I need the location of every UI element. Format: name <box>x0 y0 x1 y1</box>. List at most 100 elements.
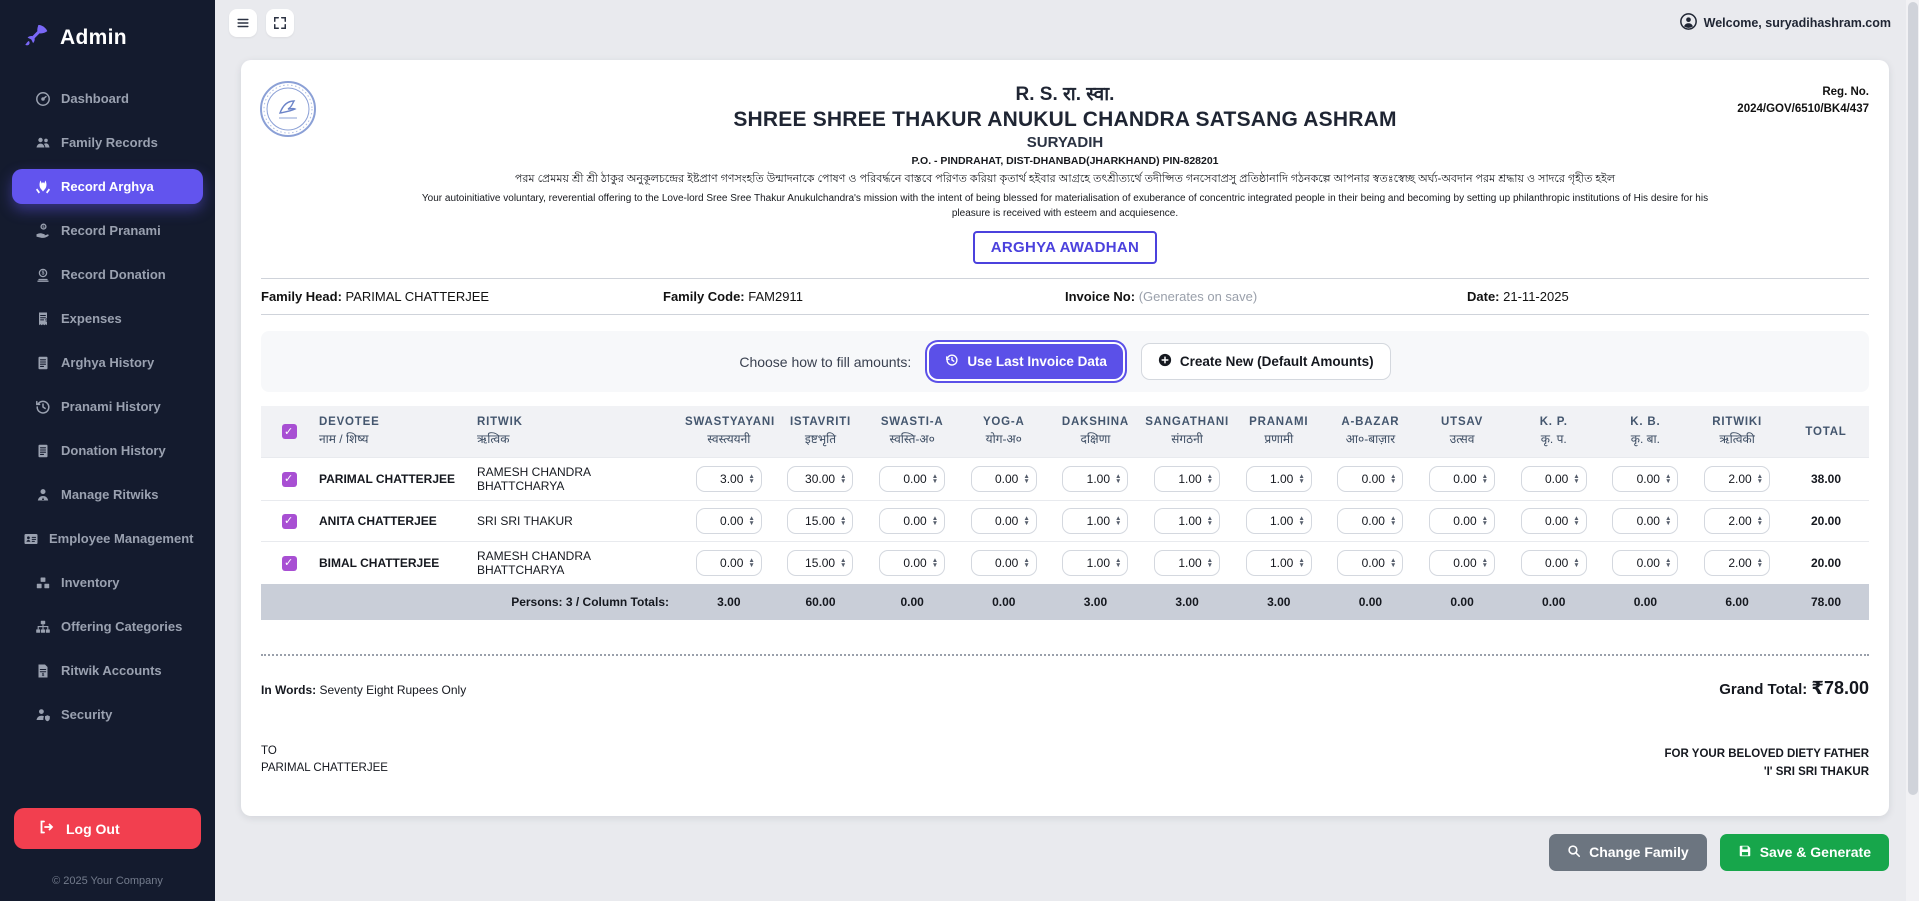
amount-input[interactable]: 15.00▲▼ <box>787 550 853 576</box>
spinner-arrows-icon[interactable]: ▲▼ <box>1573 558 1579 568</box>
sidebar-item-record-pranami[interactable]: $Record Pranami <box>12 213 203 248</box>
amount-input[interactable]: 0.00▲▼ <box>696 508 762 534</box>
amount-input[interactable]: 0.00▲▼ <box>1429 550 1495 576</box>
scrollbar-thumb[interactable] <box>1908 2 1918 795</box>
sidebar-item-dashboard[interactable]: Dashboard <box>12 81 203 116</box>
spinner-arrows-icon[interactable]: ▲▼ <box>1023 516 1029 526</box>
amount-input[interactable]: 0.00▲▼ <box>1429 466 1495 492</box>
spinner-arrows-icon[interactable]: ▲▼ <box>1207 474 1213 484</box>
spinner-arrows-icon[interactable]: ▲▼ <box>1023 474 1029 484</box>
amount-input[interactable]: 1.00▲▼ <box>1154 550 1220 576</box>
amount-input[interactable]: 2.00▲▼ <box>1704 508 1770 534</box>
amount-input[interactable]: 0.00▲▼ <box>1337 508 1403 534</box>
amount-input[interactable]: 0.00▲▼ <box>971 466 1037 492</box>
amount-input[interactable]: 1.00▲▼ <box>1154 466 1220 492</box>
spinner-arrows-icon[interactable]: ▲▼ <box>1573 516 1579 526</box>
amount-input[interactable]: 1.00▲▼ <box>1246 550 1312 576</box>
amount-input[interactable]: 1.00▲▼ <box>1154 508 1220 534</box>
use-last-invoice-button[interactable]: Use Last Invoice Data <box>929 344 1123 379</box>
sidebar-item-ritwik-accounts[interactable]: $Ritwik Accounts <box>12 653 203 688</box>
sidebar-item-record-donation[interactable]: $Record Donation <box>12 257 203 292</box>
spinner-arrows-icon[interactable]: ▲▼ <box>1115 558 1121 568</box>
sidebar-item-family-records[interactable]: Family Records <box>12 125 203 160</box>
spinner-arrows-icon[interactable]: ▲▼ <box>1115 474 1121 484</box>
spinner-arrows-icon[interactable]: ▲▼ <box>1665 516 1671 526</box>
amount-input[interactable]: 0.00▲▼ <box>879 550 945 576</box>
spinner-arrows-icon[interactable]: ▲▼ <box>1482 474 1488 484</box>
amount-input[interactable]: 0.00▲▼ <box>971 508 1037 534</box>
amount-input[interactable]: 0.00▲▼ <box>1337 550 1403 576</box>
amount-input[interactable]: 0.00▲▼ <box>1337 466 1403 492</box>
spinner-arrows-icon[interactable]: ▲▼ <box>840 558 846 568</box>
spinner-arrows-icon[interactable]: ▲▼ <box>1023 558 1029 568</box>
create-new-button[interactable]: Create New (Default Amounts) <box>1141 343 1391 380</box>
row-checkbox[interactable] <box>282 556 297 571</box>
menu-toggle-button[interactable] <box>229 9 257 37</box>
sidebar-item-inventory[interactable]: Inventory <box>12 565 203 600</box>
spinner-arrows-icon[interactable]: ▲▼ <box>840 516 846 526</box>
amount-input[interactable]: 0.00▲▼ <box>879 466 945 492</box>
spinner-arrows-icon[interactable]: ▲▼ <box>1390 558 1396 568</box>
spinner-arrows-icon[interactable]: ▲▼ <box>1482 558 1488 568</box>
spinner-arrows-icon[interactable]: ▲▼ <box>1757 474 1763 484</box>
amount-input[interactable]: 0.00▲▼ <box>1521 550 1587 576</box>
sidebar-item-employee-management[interactable]: Employee Management <box>12 521 203 556</box>
sidebar-item-offering-categories[interactable]: Offering Categories <box>12 609 203 644</box>
spinner-arrows-icon[interactable]: ▲▼ <box>1665 474 1671 484</box>
logout-button[interactable]: Log Out <box>14 808 201 849</box>
spinner-arrows-icon[interactable]: ▲▼ <box>1298 558 1304 568</box>
spinner-arrows-icon[interactable]: ▲▼ <box>1573 474 1579 484</box>
spinner-arrows-icon[interactable]: ▲▼ <box>748 474 754 484</box>
spinner-arrows-icon[interactable]: ▲▼ <box>932 558 938 568</box>
amount-input[interactable]: 0.00▲▼ <box>879 508 945 534</box>
sidebar-item-arghya-history[interactable]: Arghya History <box>12 345 203 380</box>
scrollbar[interactable] <box>1906 0 1919 901</box>
row-checkbox[interactable] <box>282 472 297 487</box>
user-welcome[interactable]: Welcome, suryadihashram.com <box>1680 13 1891 33</box>
change-family-button[interactable]: Change Family <box>1549 834 1707 871</box>
spinner-arrows-icon[interactable]: ▲▼ <box>1207 558 1213 568</box>
save-generate-button[interactable]: Save & Generate <box>1720 834 1889 871</box>
sidebar-item-manage-ritwiks[interactable]: ♟Manage Ritwiks <box>12 477 203 512</box>
amount-input[interactable]: 0.00▲▼ <box>696 550 762 576</box>
sidebar-item-record-arghya[interactable]: Record Arghya <box>12 169 203 204</box>
amount-input[interactable]: 0.00▲▼ <box>1612 466 1678 492</box>
amount-input[interactable]: 30.00▲▼ <box>787 466 853 492</box>
spinner-arrows-icon[interactable]: ▲▼ <box>932 474 938 484</box>
row-checkbox[interactable] <box>282 514 297 529</box>
amount-input[interactable]: 0.00▲▼ <box>971 550 1037 576</box>
spinner-arrows-icon[interactable]: ▲▼ <box>1390 474 1396 484</box>
amount-input[interactable]: 0.00▲▼ <box>1612 550 1678 576</box>
amount-input[interactable]: 0.00▲▼ <box>1429 508 1495 534</box>
sidebar-item-donation-history[interactable]: Donation History <box>12 433 203 468</box>
spinner-arrows-icon[interactable]: ▲▼ <box>1757 516 1763 526</box>
amount-input[interactable]: 0.00▲▼ <box>1521 466 1587 492</box>
spinner-arrows-icon[interactable]: ▲▼ <box>748 558 754 568</box>
amount-input[interactable]: 1.00▲▼ <box>1062 508 1128 534</box>
sidebar-item-expenses[interactable]: $Expenses <box>12 301 203 336</box>
amount-input[interactable]: 1.00▲▼ <box>1246 508 1312 534</box>
spinner-arrows-icon[interactable]: ▲▼ <box>1298 516 1304 526</box>
sidebar-item-pranami-history[interactable]: Pranami History <box>12 389 203 424</box>
amount-input[interactable]: 1.00▲▼ <box>1062 466 1128 492</box>
spinner-arrows-icon[interactable]: ▲▼ <box>1665 558 1671 568</box>
amount-input[interactable]: 0.00▲▼ <box>1521 508 1587 534</box>
amount-input[interactable]: 1.00▲▼ <box>1062 550 1128 576</box>
spinner-arrows-icon[interactable]: ▲▼ <box>1207 516 1213 526</box>
amount-input[interactable]: 1.00▲▼ <box>1246 466 1312 492</box>
sidebar-item-security[interactable]: Security <box>12 697 203 732</box>
select-all-checkbox[interactable] <box>282 424 297 439</box>
spinner-arrows-icon[interactable]: ▲▼ <box>1298 474 1304 484</box>
spinner-arrows-icon[interactable]: ▲▼ <box>1390 516 1396 526</box>
spinner-arrows-icon[interactable]: ▲▼ <box>1482 516 1488 526</box>
amount-input[interactable]: 0.00▲▼ <box>1612 508 1678 534</box>
fullscreen-button[interactable] <box>266 9 294 37</box>
spinner-arrows-icon[interactable]: ▲▼ <box>932 516 938 526</box>
spinner-arrows-icon[interactable]: ▲▼ <box>840 474 846 484</box>
amount-input[interactable]: 15.00▲▼ <box>787 508 853 534</box>
spinner-arrows-icon[interactable]: ▲▼ <box>1115 516 1121 526</box>
amount-input[interactable]: 2.00▲▼ <box>1704 550 1770 576</box>
amount-input[interactable]: 3.00▲▼ <box>696 466 762 492</box>
spinner-arrows-icon[interactable]: ▲▼ <box>748 516 754 526</box>
spinner-arrows-icon[interactable]: ▲▼ <box>1757 558 1763 568</box>
